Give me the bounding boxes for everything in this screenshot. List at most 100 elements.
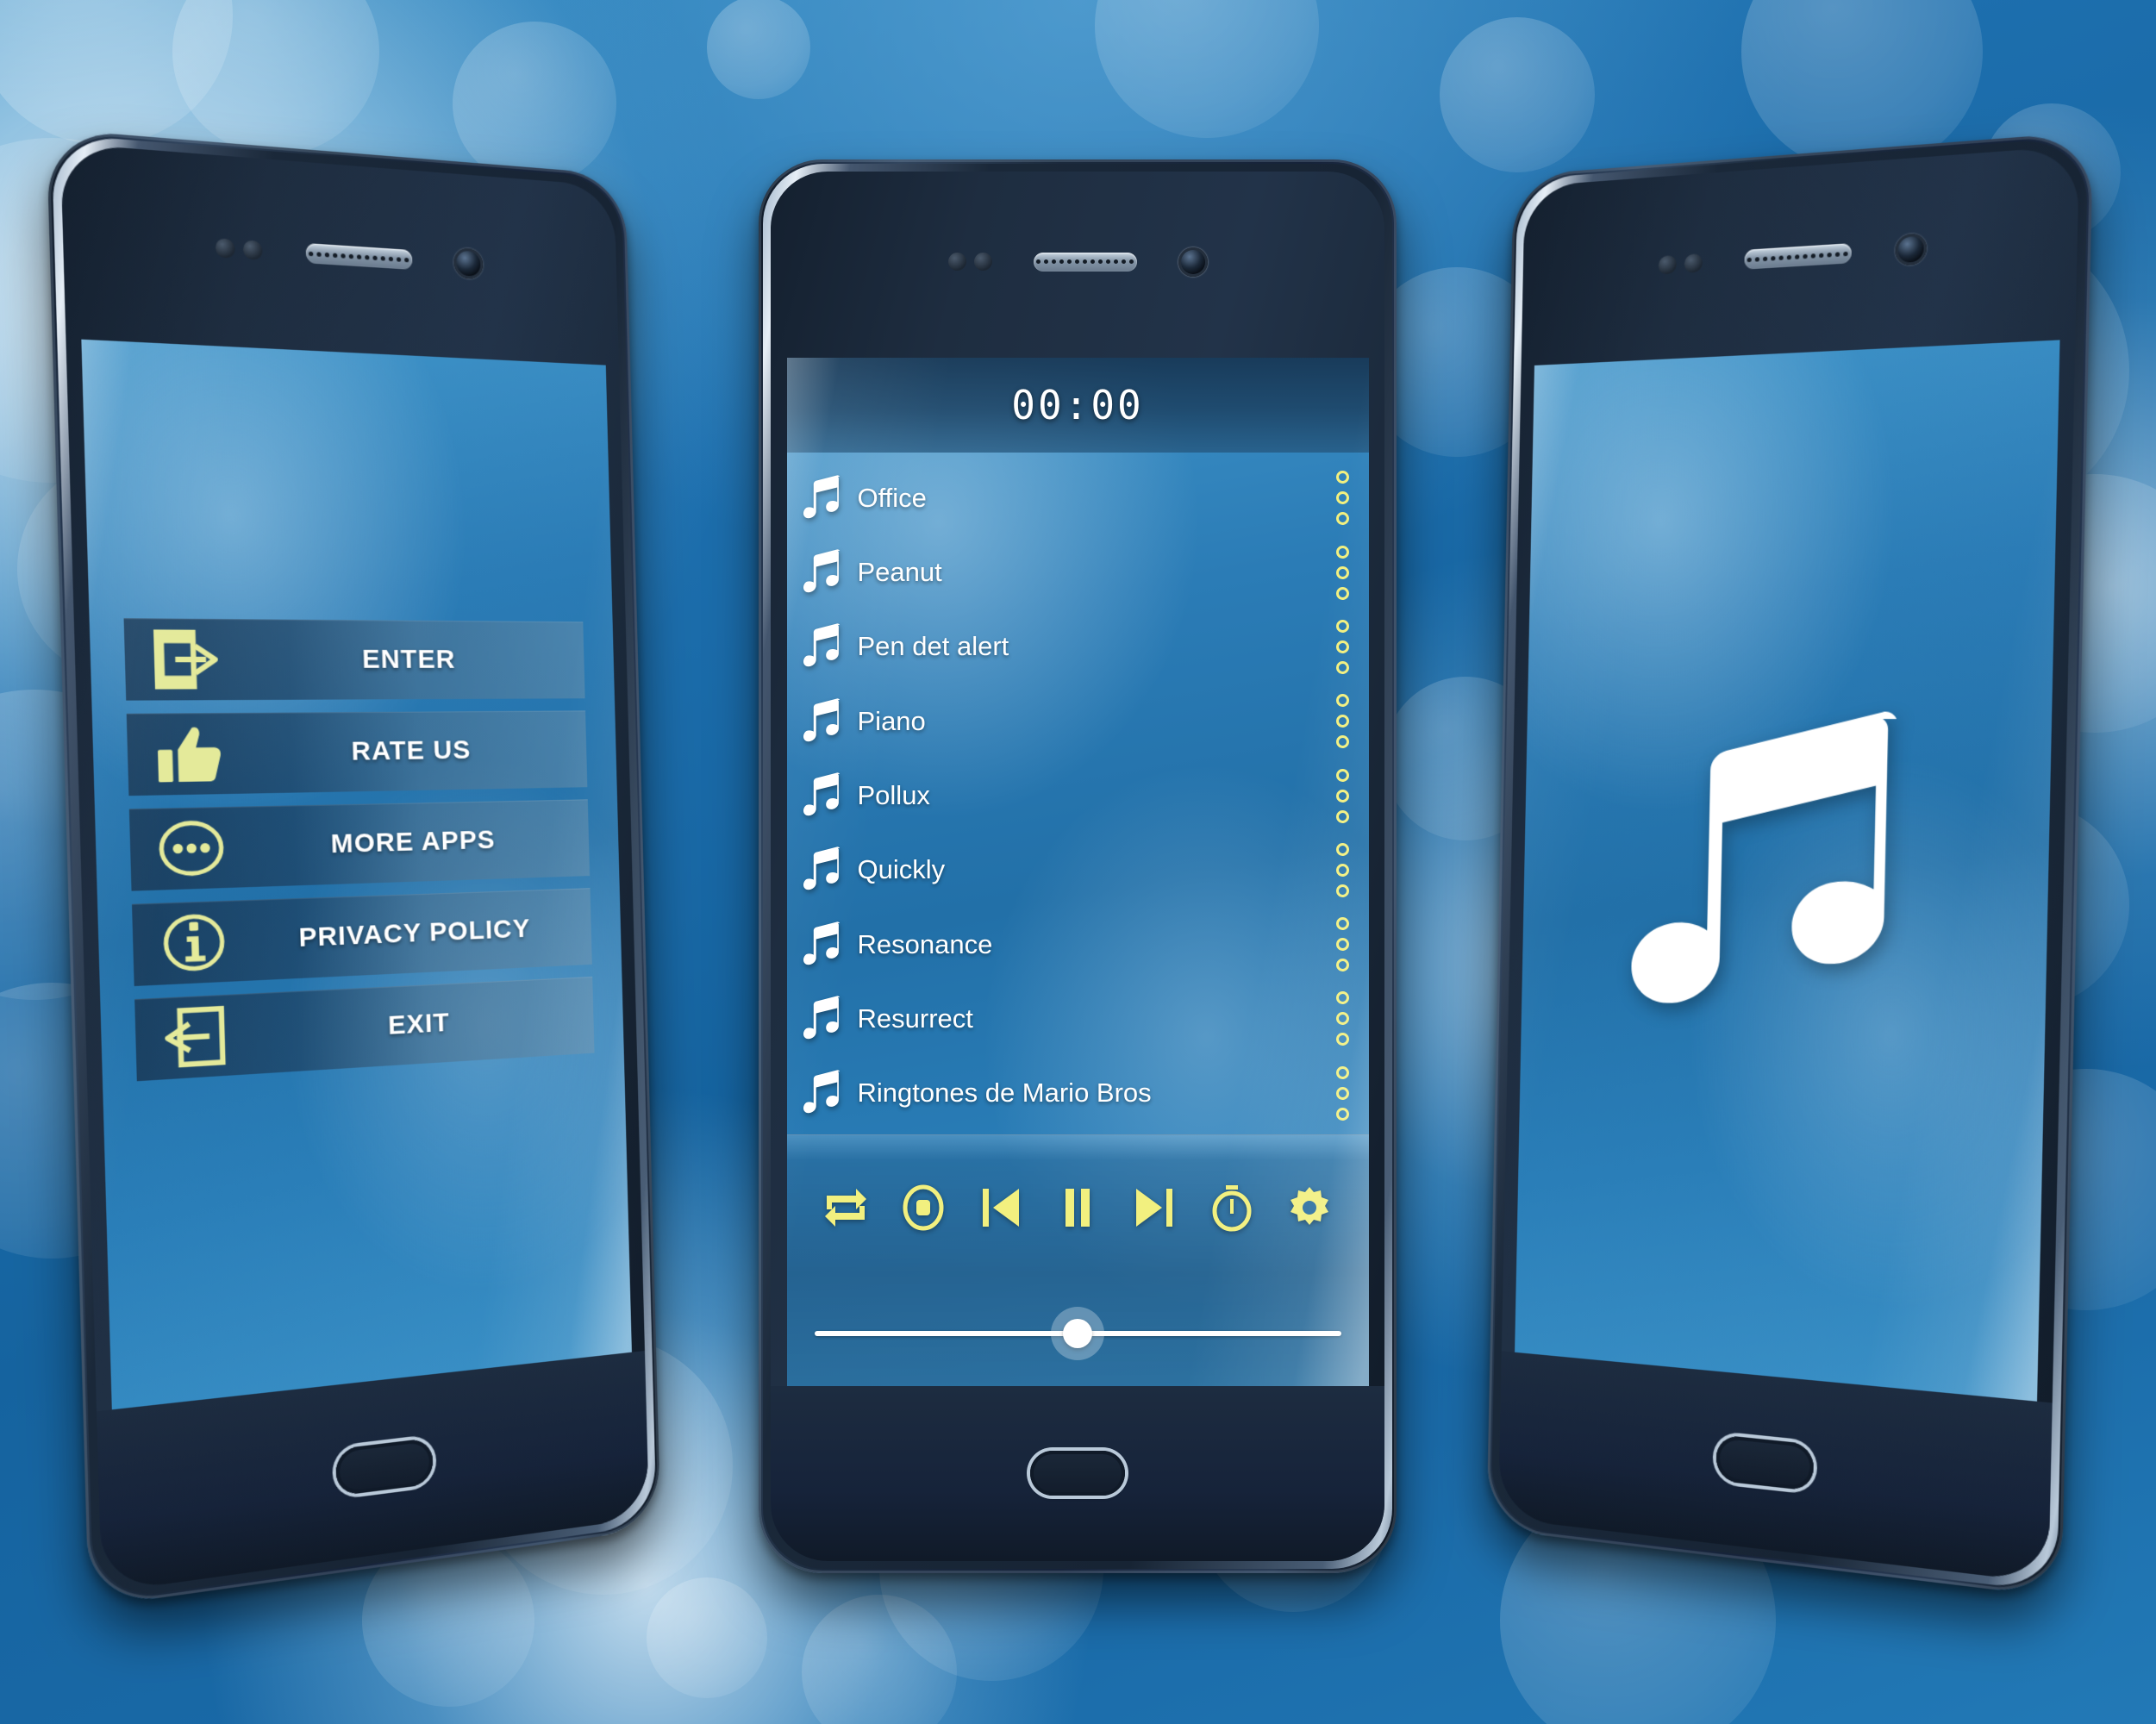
row-overflow-menu-icon[interactable] — [1329, 694, 1357, 749]
player-header: 00:00 — [786, 358, 1369, 453]
row-overflow-menu-icon[interactable] — [1329, 991, 1357, 1046]
music-note-icon — [799, 772, 847, 819]
screen-player: 00:00 Office Peanut Pen det alert Piano Poll… — [786, 358, 1369, 1386]
proximity-sensor-icon — [947, 253, 966, 272]
ringtone-row[interactable]: Piano — [787, 684, 1369, 759]
main-menu-list: ENTER RATE US MORE APPS PRIVACY POLICY EXIT — [123, 618, 595, 1082]
phone-top-bezel — [1522, 146, 2079, 360]
phone-rim: ENTER RATE US MORE APPS PRIVACY POLICY EXIT — [51, 134, 657, 1602]
previous-button[interactable] — [976, 1184, 1024, 1232]
enter-arrow-icon — [123, 628, 247, 691]
phone-rim: 00:00 Office Peanut Pen det alert Piano Poll… — [763, 164, 1392, 1569]
music-note-icon — [799, 846, 847, 893]
phone-device-left: ENTER RATE US MORE APPS PRIVACY POLICY EXIT — [46, 128, 661, 1608]
light-sensor-icon — [1684, 253, 1703, 273]
music-note-icon — [799, 475, 847, 522]
sensor-pair — [215, 237, 263, 260]
earpiece-speaker-icon — [305, 243, 413, 271]
row-overflow-menu-icon[interactable] — [1329, 619, 1357, 674]
menu-button-label: EXIT — [387, 1008, 451, 1041]
home-button[interactable] — [1715, 1434, 1815, 1491]
repeat-icon — [822, 1184, 870, 1232]
ringtone-row[interactable]: Resurrect — [787, 982, 1369, 1056]
menu-button-label: ENTER — [361, 644, 456, 675]
menu-button-label: RATE US — [351, 735, 472, 767]
earpiece-speaker-icon — [1033, 252, 1137, 272]
music-note-icon — [799, 1070, 847, 1116]
seek-slider-row[interactable] — [787, 1281, 1369, 1386]
screen-splash — [1515, 339, 2060, 1402]
phone-inner: ENTER RATE US MORE APPS PRIVACY POLICY EXIT — [59, 142, 650, 1593]
settings-button[interactable] — [1285, 1184, 1334, 1232]
ringtone-title: Resonance — [857, 928, 993, 959]
proximity-sensor-icon — [1658, 254, 1677, 275]
row-overflow-menu-icon[interactable] — [1329, 917, 1357, 972]
menu-button-enter[interactable]: ENTER — [123, 618, 586, 701]
ringtone-row[interactable]: Resonance — [787, 907, 1369, 981]
menu-button-exit[interactable]: EXIT — [134, 977, 595, 1082]
repeat-button[interactable] — [822, 1184, 870, 1232]
row-overflow-menu-icon[interactable] — [1329, 471, 1357, 526]
ringtone-row[interactable]: Pollux — [787, 759, 1369, 833]
menu-button-rate-us[interactable]: RATE US — [126, 710, 588, 796]
ringtone-title: Resurrect — [857, 1003, 973, 1034]
seek-slider-thumb[interactable] — [1063, 1318, 1092, 1348]
phone-top-bezel — [60, 143, 619, 360]
next-button[interactable] — [1131, 1184, 1179, 1232]
record-button[interactable] — [899, 1184, 947, 1232]
ringtone-title: Peanut — [857, 557, 942, 588]
ringtone-row[interactable]: Quickly — [787, 833, 1369, 907]
pause-icon — [1053, 1184, 1102, 1232]
ringtone-row[interactable]: Pen det alert — [787, 609, 1369, 684]
ringtone-title: Pollux — [857, 780, 930, 810]
light-sensor-icon — [242, 239, 263, 260]
sensor-pair — [947, 253, 992, 272]
front-camera-icon — [1178, 247, 1208, 277]
home-button[interactable] — [1030, 1451, 1125, 1496]
skip-next-icon — [1131, 1184, 1179, 1232]
ringtone-row[interactable]: Peanut — [787, 535, 1369, 609]
menu-button-more-apps[interactable]: MORE APPS — [128, 799, 591, 891]
sensor-pair — [1658, 253, 1703, 275]
ringtone-title: Piano — [857, 705, 926, 736]
row-overflow-menu-icon[interactable] — [1329, 545, 1357, 600]
stopwatch-icon — [1208, 1184, 1256, 1232]
seek-slider-track[interactable] — [814, 1318, 1341, 1348]
menu-button-label: PRIVACY POLICY — [298, 914, 531, 953]
music-note-icon — [799, 549, 847, 596]
ringtone-row[interactable]: Ringtones de Mario Bros — [787, 1056, 1369, 1130]
ellipsis-circle-icon — [129, 815, 253, 882]
row-overflow-menu-icon[interactable] — [1329, 842, 1357, 897]
record-stop-icon — [899, 1184, 947, 1232]
light-sensor-icon — [973, 253, 992, 272]
info-circle-icon — [132, 909, 255, 978]
exit-arrow-icon — [134, 1003, 258, 1072]
music-note-icon — [799, 996, 847, 1042]
pause-button[interactable] — [1053, 1184, 1102, 1232]
music-note-icon — [799, 921, 847, 968]
music-note-icon — [799, 623, 847, 670]
phone-inner: 00:00 Office Peanut Pen det alert Piano Poll… — [771, 172, 1384, 1561]
home-button[interactable] — [335, 1437, 434, 1496]
phone-top-bezel — [771, 172, 1384, 353]
thumbs-up-icon — [127, 722, 250, 787]
row-overflow-menu-icon[interactable] — [1329, 1065, 1357, 1121]
earpiece-speaker-icon — [1743, 243, 1852, 270]
ringtone-title: Office — [857, 482, 927, 513]
phone-device-center: 00:00 Office Peanut Pen det alert Piano Poll… — [759, 159, 1397, 1573]
skip-previous-icon — [976, 1184, 1024, 1232]
menu-button-label: MORE APPS — [330, 825, 497, 859]
gear-icon — [1285, 1184, 1334, 1232]
ringtone-title: Ringtones de Mario Bros — [857, 1078, 1152, 1109]
ringtone-row[interactable]: Office — [787, 461, 1369, 535]
splash-logo-wrap — [1515, 340, 2059, 1401]
timer-button[interactable] — [1208, 1184, 1256, 1232]
showcase-canvas: ENTER RATE US MORE APPS PRIVACY POLICY EXIT — [0, 0, 2156, 1724]
menu-button-privacy-policy[interactable]: PRIVACY POLICY — [131, 888, 593, 987]
front-camera-icon — [453, 247, 484, 280]
player-controls-panel — [786, 1134, 1369, 1386]
ringtone-list[interactable]: Office Peanut Pen det alert Piano Pollux Quic… — [787, 453, 1369, 1134]
row-overflow-menu-icon[interactable] — [1329, 768, 1357, 823]
music-note-icon — [799, 698, 847, 745]
transport-controls — [787, 1135, 1369, 1281]
